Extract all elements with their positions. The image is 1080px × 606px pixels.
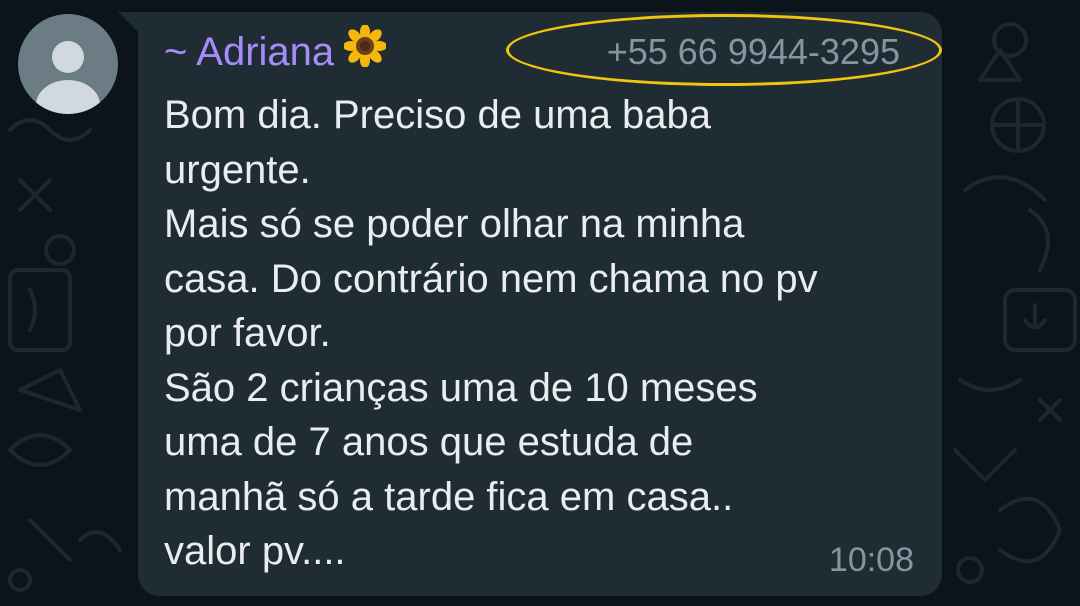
message-line: por favor. bbox=[164, 311, 331, 355]
message-line: Bom dia. Preciso de uma baba bbox=[164, 93, 711, 137]
message-line: manhã só a tarde fica em casa.. bbox=[164, 474, 734, 519]
contact-avatar[interactable] bbox=[18, 14, 118, 114]
avatar-head-shape bbox=[52, 41, 84, 73]
sender-name-row[interactable]: ~ Adriana bbox=[164, 23, 388, 78]
message-line: uma de 7 anos que estuda de bbox=[164, 420, 694, 464]
message-line: São 2 crianças uma de 10 meses bbox=[164, 365, 758, 410]
message-bubble[interactable]: ~ Adriana +55 66 9944-3295 Bom dia. Prec bbox=[138, 12, 942, 596]
message-line: casa. Do contrário nem chama no pv bbox=[164, 256, 818, 301]
message-text: Bom dia. Preciso de uma baba urgente. Ma… bbox=[164, 88, 924, 579]
message-line: Mais só se poder olhar na minha bbox=[164, 202, 745, 246]
sunflower-emoji-icon bbox=[343, 23, 388, 78]
message-line: urgente. bbox=[164, 147, 311, 192]
sender-phone-number[interactable]: +55 66 9944-3295 bbox=[607, 30, 900, 74]
bubble-tail bbox=[118, 12, 140, 34]
avatar-body-shape bbox=[36, 80, 100, 114]
message-line: valor pv.... bbox=[164, 529, 346, 573]
message-timestamp: 10:08 bbox=[828, 541, 914, 579]
sender-name[interactable]: ~ Adriana bbox=[164, 30, 334, 74]
